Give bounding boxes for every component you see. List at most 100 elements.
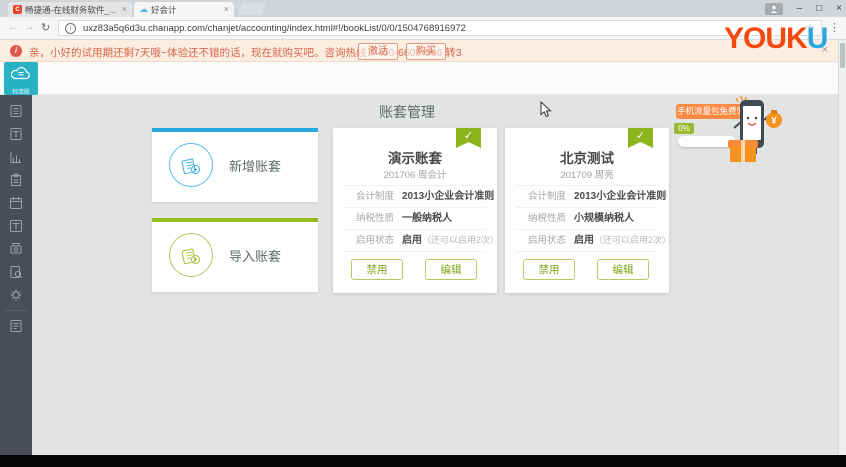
sidebar-calendar-icon[interactable] bbox=[9, 196, 23, 210]
field-row: 启用状态 启用 （还可以启用2次） bbox=[344, 230, 499, 252]
import-book-card[interactable]: 导入账套 bbox=[152, 218, 318, 292]
field-note: （还可以启用2次） bbox=[594, 235, 672, 245]
field-row: 纳税性质 小规模纳税人 bbox=[516, 208, 658, 230]
sidebar-ledger-icon[interactable] bbox=[9, 127, 23, 141]
book-card-beijing: ✓ 北京测试 201709 周亮 会计制度 2013小企业会计准则 纳税性质 小规模… bbox=[505, 128, 671, 293]
cloud-logo-icon bbox=[10, 66, 30, 80]
window-close-button[interactable]: × bbox=[836, 3, 842, 14]
book-name: 北京测试 bbox=[560, 151, 614, 166]
disable-button[interactable]: 禁用 bbox=[523, 259, 575, 280]
card-accent-bar bbox=[152, 128, 318, 132]
tab-title: 畅捷通-在线财务软件_... bbox=[25, 4, 117, 15]
site-info-icon[interactable]: i bbox=[65, 22, 76, 34]
forward-icon[interactable]: → bbox=[24, 21, 35, 33]
field-row: 纳税性质 一般纳税人 bbox=[344, 208, 486, 230]
book-name: 演示账套 bbox=[388, 151, 442, 166]
field-row: 会计制度 2013小企业会计准则 bbox=[344, 185, 494, 208]
new-tab-button[interactable] bbox=[237, 3, 267, 15]
field-value: 小规模纳税人 bbox=[574, 213, 634, 224]
book-period: 201706 周会计 bbox=[383, 170, 447, 181]
window-maximize-button[interactable]: □ bbox=[816, 3, 822, 14]
tab-close-icon[interactable]: × bbox=[224, 5, 229, 14]
tab-close-icon[interactable]: × bbox=[122, 5, 127, 14]
book-fields: 会计制度 2013小企业会计准则 纳税性质 小规模纳税人 启用状态 启用 （还可以启用2… bbox=[516, 185, 671, 252]
address-bar[interactable]: i uxz83a5q6d3u.chanapp.com/chanjet/accou… bbox=[58, 20, 822, 36]
person-icon bbox=[770, 5, 777, 13]
import-book-label: 导入账套 bbox=[229, 248, 282, 264]
check-icon: ✓ bbox=[635, 130, 646, 142]
screen: C 畅捷通-在线财务软件_... × ☁ 好会计 × – □ × ← → ↻ i… bbox=[0, 0, 846, 467]
field-note: （还可以启用2次） bbox=[422, 235, 500, 245]
sidebar-voucher-icon[interactable] bbox=[9, 104, 23, 118]
field-value: 启用 bbox=[574, 235, 594, 246]
youku-watermark: YOUKU bbox=[724, 22, 829, 56]
page-title: 账套管理 bbox=[379, 104, 435, 120]
new-book-card[interactable]: 新增账套 bbox=[152, 128, 318, 202]
yen-icon: ¥ bbox=[771, 116, 776, 126]
new-book-label: 新增账套 bbox=[229, 158, 282, 174]
scrollbar-track[interactable] bbox=[838, 40, 846, 455]
promo-phone-mascot[interactable]: ¥ bbox=[726, 96, 784, 164]
browser-profile-button[interactable] bbox=[764, 2, 783, 15]
watermark-blue: U bbox=[806, 22, 829, 55]
field-value: 一般纳税人 bbox=[402, 213, 452, 224]
active-ribbon: ✓ bbox=[456, 128, 481, 148]
book-card-demo: ✓ 演示账套 201706 周会计 会计制度 2013小企业会计准则 纳税性质 一般… bbox=[333, 128, 499, 293]
promo-progress-label: 0% bbox=[674, 123, 694, 134]
sidebar-report-icon[interactable] bbox=[9, 150, 23, 164]
url-text: uxz83a5q6d3u.chanapp.com/chanjet/account… bbox=[83, 22, 466, 34]
sidebar bbox=[0, 95, 32, 455]
edit-button[interactable]: 编辑 bbox=[425, 259, 477, 280]
browser-menu-icon[interactable]: ⋮ bbox=[829, 21, 840, 34]
disable-button[interactable]: 禁用 bbox=[351, 259, 403, 280]
edit-button[interactable]: 编辑 bbox=[597, 259, 649, 280]
browser-toolbar: ← → ↻ i uxz83a5q6d3u.chanapp.com/chanjet… bbox=[0, 17, 846, 40]
check-icon: ✓ bbox=[463, 130, 474, 142]
field-label: 启用状态 bbox=[355, 235, 394, 246]
field-row: 会计制度 2013小企业会计准则 bbox=[516, 185, 666, 208]
window-minimize-button[interactable]: – bbox=[797, 3, 803, 14]
field-label: 启用状态 bbox=[527, 235, 566, 246]
app-logo[interactable]: 标准版 bbox=[4, 62, 38, 96]
main-content: 账套管理 新增账套 导入账套 ✓ 演示账套 201706 周会计 会计制度 201… bbox=[32, 95, 846, 455]
mouse-cursor bbox=[540, 101, 552, 118]
sidebar-booklist-icon[interactable] bbox=[9, 319, 23, 333]
browser-tabstrip: C 畅捷通-在线财务软件_... × ☁ 好会计 × – □ × bbox=[0, 0, 846, 17]
field-row: 启用状态 启用 （还可以启用2次） bbox=[516, 230, 671, 252]
sidebar-invoice-icon[interactable] bbox=[9, 265, 23, 279]
book-period: 201709 周亮 bbox=[560, 170, 614, 181]
field-value: 2013小企业会计准则 bbox=[402, 191, 495, 202]
field-value: 2013小企业会计准则 bbox=[574, 191, 667, 202]
cloud-favicon-icon: ☁ bbox=[139, 4, 148, 14]
field-label: 纳税性质 bbox=[527, 213, 566, 224]
buy-button[interactable]: 购买 bbox=[406, 43, 446, 60]
field-label: 纳税性质 bbox=[355, 213, 394, 224]
logo-caption: 标准版 bbox=[12, 89, 30, 96]
sidebar-divider bbox=[4, 310, 28, 311]
reload-icon[interactable]: ↻ bbox=[41, 21, 50, 34]
notice-info-icon: i bbox=[10, 45, 22, 57]
card-accent-bar bbox=[152, 218, 318, 222]
book-fields: 会计制度 2013小企业会计准则 纳税性质 一般纳税人 启用状态 启用 （还可以启用2次… bbox=[344, 185, 499, 252]
activate-button[interactable]: 激活 bbox=[358, 43, 398, 60]
app-header: 北京测试 ▼ + 重磅福利 →→ NEW 课程直播 ? 客服 bbox=[0, 62, 846, 154]
chanjet-favicon-icon: C bbox=[13, 5, 22, 14]
browser-tab-haokuaiji[interactable]: ☁ 好会计 × bbox=[134, 2, 234, 17]
import-book-icon bbox=[169, 233, 213, 277]
watermark-orange: YOUK bbox=[724, 22, 808, 55]
tab-title: 好会计 bbox=[151, 4, 177, 15]
active-ribbon: ✓ bbox=[628, 128, 653, 148]
letterbox-bar bbox=[0, 455, 846, 467]
field-label: 会计制度 bbox=[527, 191, 566, 202]
sidebar-settings-gear-icon[interactable] bbox=[9, 288, 23, 302]
trial-notice-bar: i 亲，小好的试用期还剩7天哦~体验还不错的话，现在就购买吧。咨询热线：400-… bbox=[0, 40, 846, 62]
scrollbar-thumb[interactable] bbox=[840, 43, 845, 68]
sidebar-taccount-icon[interactable] bbox=[9, 219, 23, 233]
sidebar-checkout-icon[interactable] bbox=[9, 173, 23, 187]
sidebar-salary-icon[interactable] bbox=[9, 242, 23, 256]
new-book-icon bbox=[169, 143, 213, 187]
field-value: 启用 bbox=[402, 235, 422, 246]
field-label: 会计制度 bbox=[355, 191, 394, 202]
browser-tab-chanjet[interactable]: C 畅捷通-在线财务软件_... × bbox=[8, 2, 132, 17]
back-icon[interactable]: ← bbox=[8, 21, 19, 33]
